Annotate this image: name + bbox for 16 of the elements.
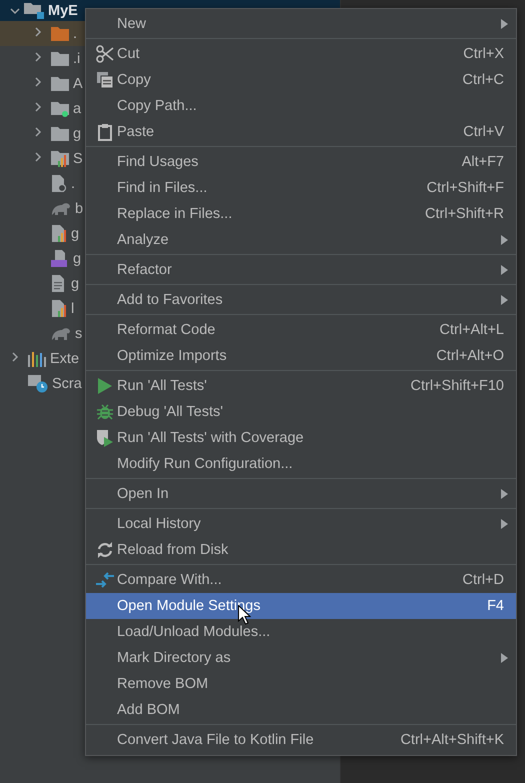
project-name: MyE xyxy=(48,2,78,18)
tree-item-label: .i xyxy=(73,50,80,66)
tree-item-label: l xyxy=(71,300,74,316)
tree-item-label: Exte xyxy=(50,350,80,366)
tree-item-label: Scra xyxy=(52,376,82,392)
tree-item-label: s xyxy=(75,326,82,342)
tree-item-label: b xyxy=(75,200,84,216)
tree-item-label: . xyxy=(71,176,76,192)
tree-item-label: g xyxy=(73,126,82,142)
tree-item-label: . xyxy=(73,26,78,42)
tree-item-label: a xyxy=(73,100,82,116)
tree-item-label: g xyxy=(71,226,80,242)
tree-item-label: A xyxy=(73,76,83,92)
tree-item-label: S xyxy=(73,150,83,166)
tree-item-label: g xyxy=(73,250,82,266)
tree-item-label: g xyxy=(71,276,80,292)
